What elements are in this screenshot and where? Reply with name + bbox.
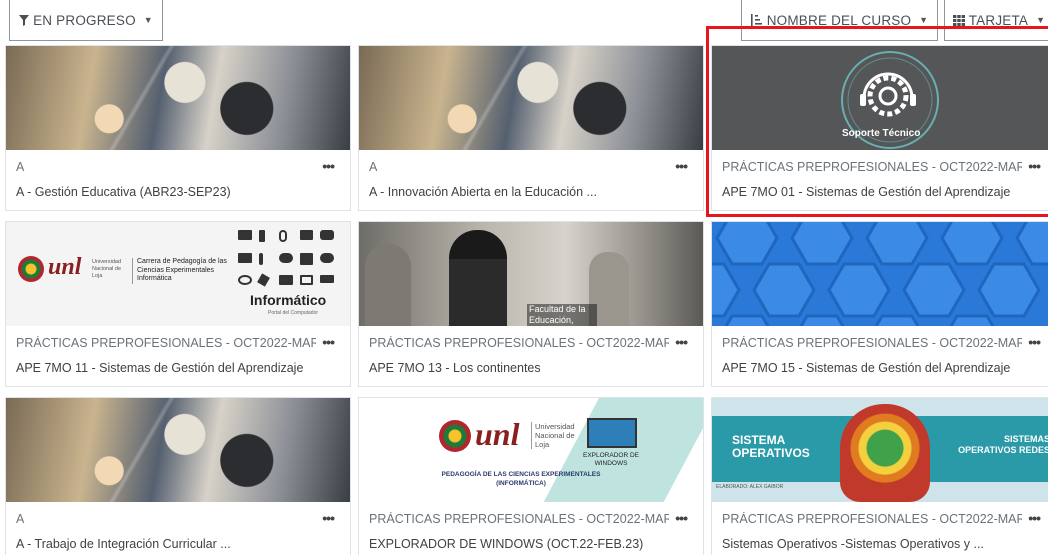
career-name: Carrera de Pedagogía de las Ciencias Exp… — [132, 258, 240, 284]
image-credit: ELABORADO: ALEX GAIBOR — [716, 484, 784, 490]
more-icon[interactable]: ••• — [675, 510, 688, 526]
image-caption: Soporte Técnico — [842, 128, 921, 139]
sort-button[interactable]: NOMBRE DEL CURSO ▼ — [741, 0, 938, 41]
more-icon[interactable]: ••• — [322, 334, 335, 350]
unl-logo — [439, 420, 471, 452]
course-name[interactable]: APE 7MO 13 - Los continentes — [369, 361, 689, 375]
filter-progress-button[interactable]: EN PROGRESO ▼ — [9, 0, 163, 41]
course-card[interactable]: unl Universidad Nacional de Loja EXPLORA… — [358, 397, 704, 555]
course-category: PRÁCTICAS PREPROFESIONALES - OCT2022-MAR… — [722, 512, 1022, 526]
course-image[interactable] — [6, 46, 350, 150]
course-name[interactable]: A - Gestión Educativa (ABR23-SEP23) — [16, 185, 336, 199]
course-image[interactable] — [6, 398, 350, 502]
chevron-down-icon: ▼ — [143, 15, 153, 25]
course-name[interactable]: APE 7MO 01 - Sistemas de Gestión del Apr… — [722, 185, 1042, 199]
view-mode-button[interactable]: TARJETA ▼ — [944, 0, 1048, 41]
course-image[interactable]: Soporte Técnico — [712, 46, 1048, 150]
course-name[interactable]: A - Trabajo de Integración Curricular ..… — [16, 537, 336, 551]
os-title-right: SISTEMAS OPERATIVOS REDES — [958, 434, 1048, 455]
course-image[interactable] — [359, 46, 703, 150]
course-category: PRÁCTICAS PREPROFESIONALES - OCT2022-MAR… — [369, 336, 669, 350]
image-label: EXPLORADOR DE WINDOWS — [583, 452, 639, 467]
sort-label: NOMBRE DEL CURSO — [766, 12, 912, 28]
image-caption: Facultad de la Educación, — [527, 304, 597, 326]
os-title-left: SISTEMA OPERATIVOS — [732, 433, 810, 460]
course-card[interactable]: PRÁCTICAS PREPROFESIONALES - OCT2022-MAR… — [711, 221, 1048, 387]
course-category: A — [16, 160, 25, 174]
course-name[interactable]: APE 7MO 11 - Sistemas de Gestión del Apr… — [16, 361, 336, 375]
course-name[interactable]: EXPLORADOR DE WINDOWS (OCT.22-FEB.23) — [369, 537, 689, 551]
course-category: PRÁCTICAS PREPROFESIONALES - OCT2022-MAR… — [722, 160, 1022, 174]
course-card[interactable]: A ••• A - Gestión Educativa (ABR23-SEP23… — [5, 45, 351, 211]
more-icon[interactable]: ••• — [1028, 334, 1041, 350]
course-image[interactable]: unl Universidad Nacional de Loja EXPLORA… — [359, 398, 703, 502]
more-icon[interactable]: ••• — [1028, 158, 1041, 174]
more-icon[interactable]: ••• — [675, 334, 688, 350]
course-grid: A ••• A - Gestión Educativa (ABR23-SEP23… — [5, 45, 1048, 555]
monitor-icon — [587, 418, 637, 448]
university-name: Universidad Nacional de Loja — [531, 422, 575, 449]
unl-logo — [18, 256, 44, 282]
filter-progress-label: EN PROGRESO — [33, 12, 136, 28]
course-card[interactable]: SISTEMA OPERATIVOS SISTEMAS OPERATIVOS R… — [711, 397, 1048, 555]
more-icon[interactable]: ••• — [322, 158, 335, 174]
course-image[interactable]: unl Universidad Nacional de Loja Carrera… — [6, 222, 350, 326]
image-title: Informático — [250, 292, 327, 308]
course-card[interactable]: A ••• A - Trabajo de Integración Curricu… — [5, 397, 351, 555]
hexagon-pattern — [712, 222, 1048, 326]
more-icon[interactable]: ••• — [675, 158, 688, 174]
unl-wordmark: unl — [475, 416, 520, 452]
chevron-down-icon: ▼ — [919, 15, 929, 25]
image-subtitle: Portal del Computador — [268, 310, 319, 316]
course-category: PRÁCTICAS PREPROFESIONALES - OCT2022-MAR… — [722, 336, 1022, 350]
sort-icon — [750, 13, 762, 27]
more-icon[interactable]: ••• — [1028, 510, 1041, 526]
device-icons — [238, 230, 334, 290]
unl-wordmark: unl — [48, 254, 82, 280]
course-name[interactable]: APE 7MO 15 - Sistemas de Gestión del Apr… — [722, 361, 1042, 375]
course-card[interactable]: Soporte Técnico PRÁCTICAS PREPROFESIONAL… — [711, 45, 1048, 211]
course-category: PRÁCTICAS PREPROFESIONALES - OCT2022-MAR… — [369, 512, 669, 526]
view-mode-label: TARJETA — [968, 12, 1029, 28]
course-card[interactable]: A ••• A - Innovación Abierta en la Educa… — [358, 45, 704, 211]
course-category: PRÁCTICAS PREPROFESIONALES - OCT2022-MAR… — [16, 336, 316, 350]
emblem — [840, 404, 930, 502]
chevron-down-icon: ▼ — [1036, 15, 1046, 25]
course-image[interactable]: SISTEMA OPERATIVOS SISTEMAS OPERATIVOS R… — [712, 398, 1048, 502]
grid-icon — [952, 14, 965, 26]
course-name[interactable]: A - Innovación Abierta en la Educación .… — [369, 185, 689, 199]
more-icon[interactable]: ••• — [322, 510, 335, 526]
image-footer: PEDAGOGÍA DE LAS CIENCIAS EXPERIMENTALES… — [441, 471, 601, 487]
course-image[interactable] — [712, 222, 1048, 326]
university-name: Universidad Nacional de Loja — [92, 259, 122, 279]
course-card[interactable]: Facultad de la Educación, PRÁCTICAS PREP… — [358, 221, 704, 387]
course-category: A — [16, 512, 25, 526]
course-category: A — [369, 160, 378, 174]
course-name[interactable]: Sistemas Operativos -Sistemas Operativos… — [722, 537, 1042, 551]
course-image[interactable]: Facultad de la Educación, — [359, 222, 703, 326]
filter-icon — [19, 14, 30, 26]
course-card[interactable]: unl Universidad Nacional de Loja Carrera… — [5, 221, 351, 387]
